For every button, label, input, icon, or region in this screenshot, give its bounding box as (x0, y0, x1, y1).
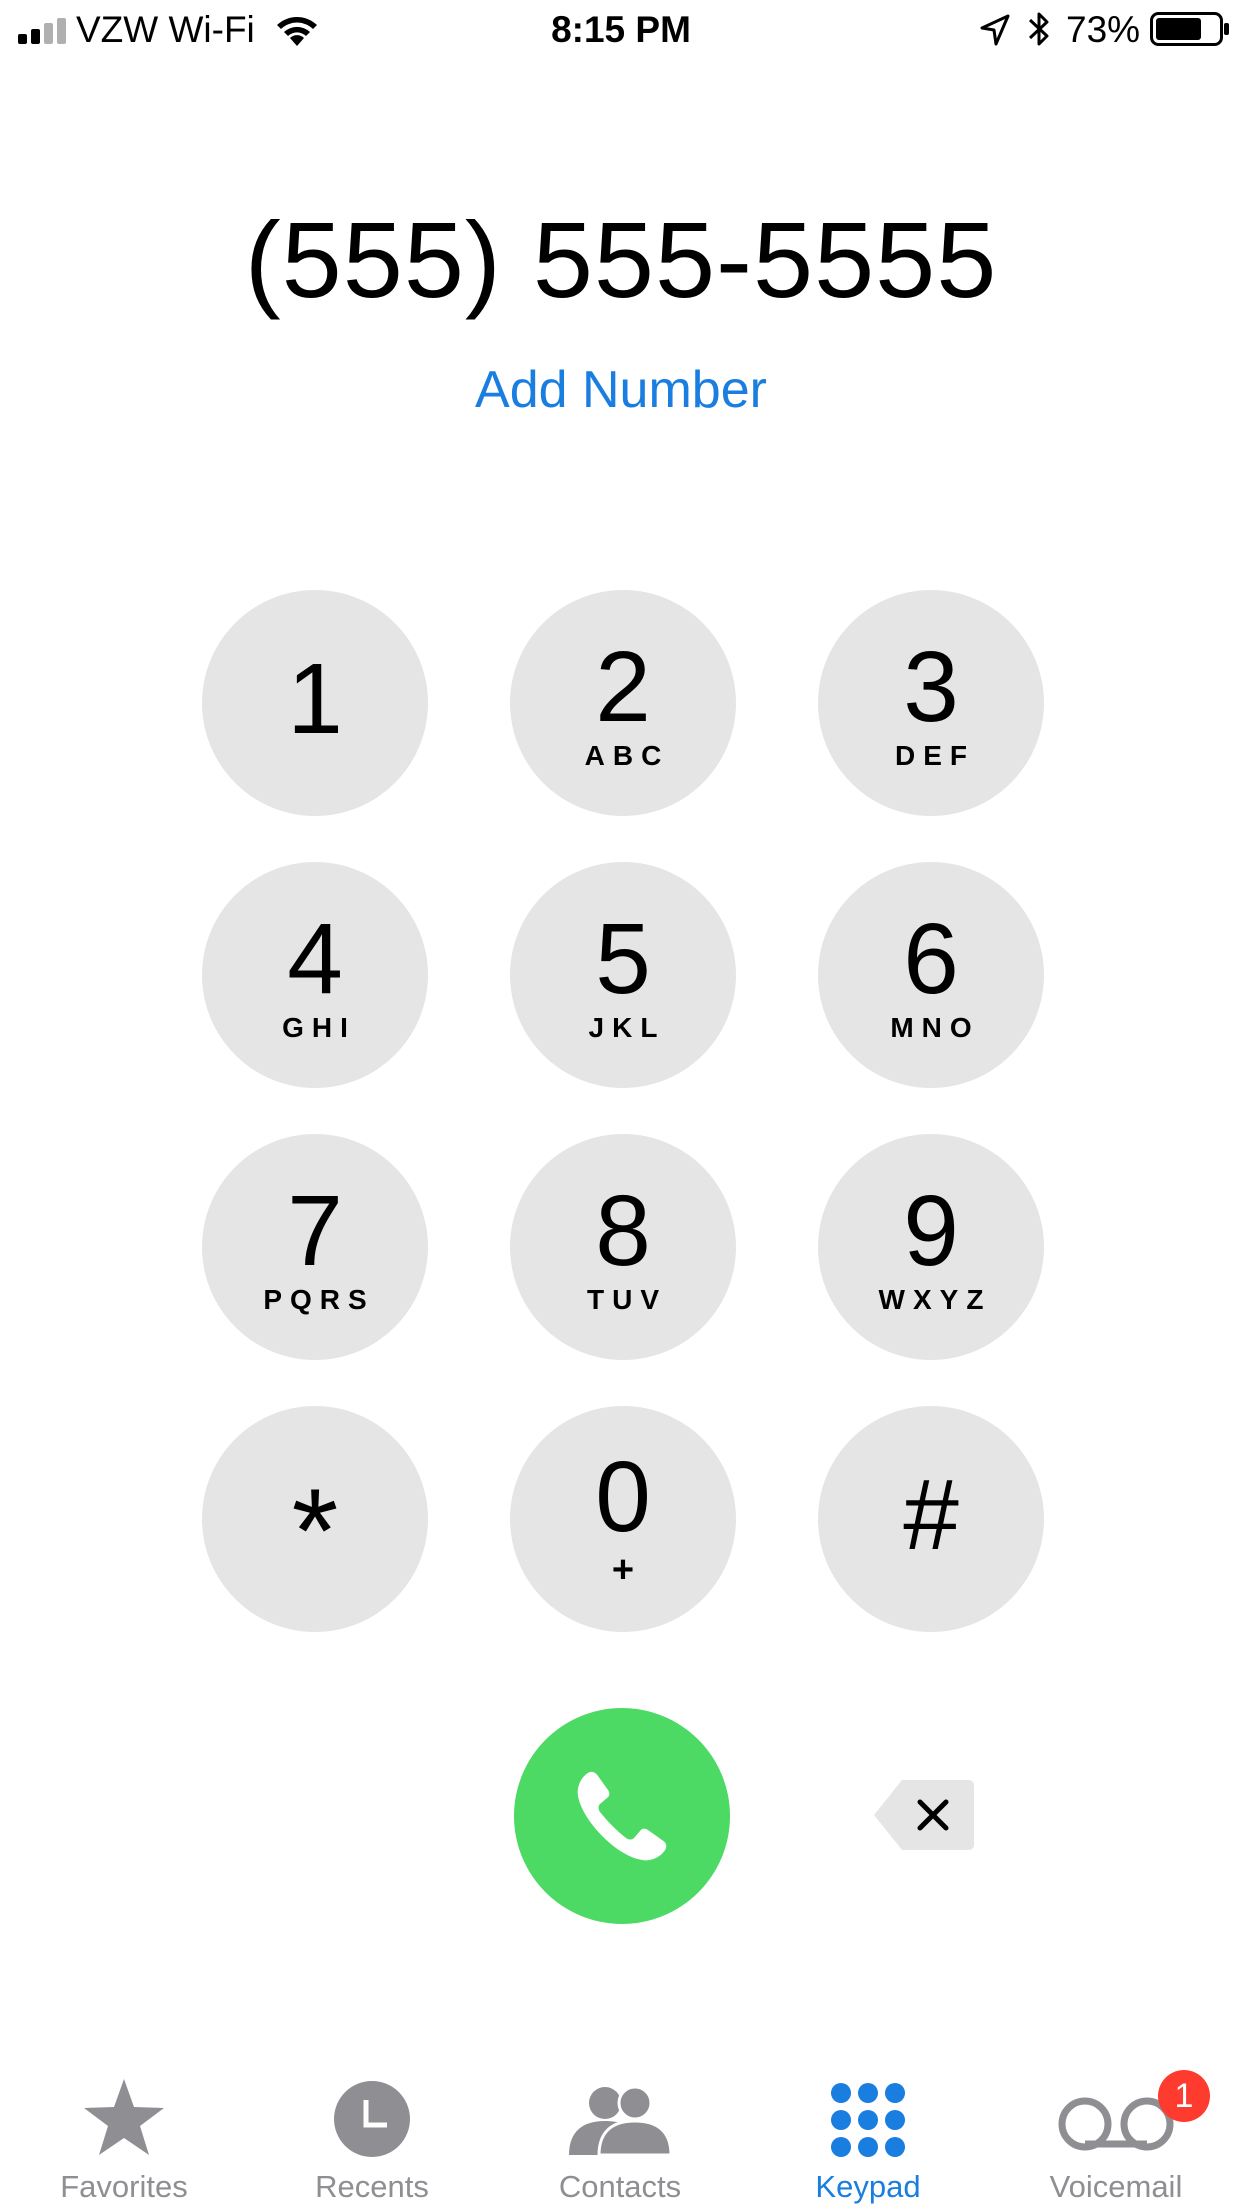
keypad-icon (831, 2083, 905, 2157)
key-1[interactable]: 1 (202, 590, 428, 816)
key-star[interactable]: * (202, 1406, 428, 1632)
key-2[interactable]: 2 ABC (510, 590, 736, 816)
key-letters: JKL (588, 1012, 666, 1043)
phone-icon (577, 1771, 667, 1861)
key-9[interactable]: 9 WXYZ (818, 1134, 1044, 1360)
tab-label: Favorites (60, 2169, 188, 2204)
key-7[interactable]: 7 PQRS (202, 1134, 428, 1360)
key-letters: ABC (584, 740, 670, 771)
key-0[interactable]: 0 + (510, 1406, 736, 1632)
key-digit: 2 (595, 631, 651, 743)
dialed-number: (555) 555-5555 (244, 199, 998, 320)
tab-label: Contacts (558, 2169, 682, 2204)
key-letters: WXYZ (878, 1284, 992, 1315)
battery-icon (1150, 12, 1229, 46)
key-pound[interactable]: # (818, 1406, 1044, 1632)
voicemail-badge: 1 (1158, 2070, 1210, 2122)
backspace-button[interactable] (872, 1778, 976, 1852)
tab-favorites[interactable]: Favorites (0, 2055, 248, 2208)
key-letters: DEF (895, 740, 975, 771)
bluetooth-icon (1028, 12, 1049, 46)
add-number-link[interactable]: Add Number (0, 360, 1242, 420)
status-bar: VZW Wi-Fi 8:15 PM 73% (0, 0, 1242, 60)
key-digit: * (291, 1464, 339, 1598)
key-digit: # (903, 1459, 959, 1571)
key-digit: 5 (595, 903, 651, 1015)
tab-keypad[interactable]: Keypad (744, 2055, 992, 2208)
voicemail-icon (1058, 2097, 1174, 2151)
status-time: 8:15 PM (551, 9, 691, 50)
key-4[interactable]: 4 GHI (202, 862, 428, 1088)
key-letters: GHI (282, 1012, 356, 1043)
key-letters: PQRS (263, 1284, 375, 1315)
key-digit: 7 (287, 1175, 343, 1287)
battery-percent: 73% (1066, 9, 1141, 50)
location-icon (980, 14, 1010, 46)
key-5[interactable]: 5 JKL (510, 862, 736, 1088)
key-letters: MNO (890, 1012, 980, 1043)
tab-recents[interactable]: Recents (248, 2055, 496, 2208)
key-digit: 6 (903, 903, 959, 1015)
tab-bar: Favorites Recents Contacts Keypad Voicem… (0, 2055, 1242, 2208)
key-8[interactable]: 8 TUV (510, 1134, 736, 1360)
key-digit: 4 (287, 903, 343, 1015)
star-icon (84, 2079, 164, 2155)
key-letters: TUV (587, 1284, 667, 1315)
key-digit: 1 (287, 643, 343, 755)
key-3[interactable]: 3 DEF (818, 590, 1044, 816)
call-button[interactable] (514, 1708, 730, 1924)
key-letters: + (611, 1549, 635, 1591)
key-digit: 0 (595, 1441, 651, 1553)
tab-label: Recents (315, 2169, 429, 2204)
key-digit: 9 (903, 1175, 959, 1287)
key-6[interactable]: 6 MNO (818, 862, 1044, 1088)
key-digit: 3 (903, 631, 959, 743)
key-digit: 8 (595, 1175, 651, 1287)
clock-icon (334, 2081, 410, 2157)
tab-contacts[interactable]: Contacts (496, 2055, 744, 2208)
tab-label: Voicemail (1049, 2169, 1183, 2204)
tab-label: Keypad (815, 2169, 921, 2204)
contacts-icon (569, 2085, 673, 2157)
backspace-icon (874, 1780, 974, 1850)
